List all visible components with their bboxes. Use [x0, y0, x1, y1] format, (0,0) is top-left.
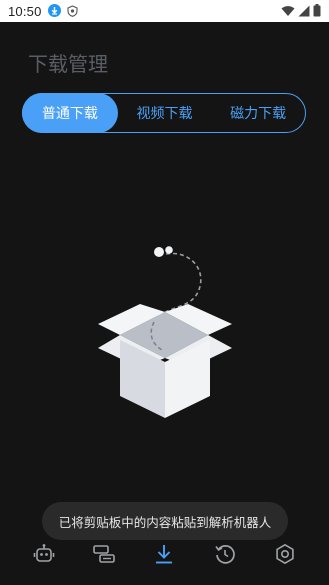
nav-robot[interactable]: [26, 539, 62, 569]
status-bar: 10:50: [0, 0, 329, 22]
open-box-icon: [98, 246, 232, 418]
app-content: 下载管理 普通下载 视频下载 磁力下载 已将剪贴板中的内容粘贴到解析机器人: [0, 22, 329, 585]
nav-download[interactable]: [146, 539, 182, 569]
nav-transfer[interactable]: [86, 539, 122, 569]
nav-history[interactable]: [207, 539, 243, 569]
tab-video-download[interactable]: 视频下载: [118, 93, 212, 133]
shield-notification-icon: [66, 2, 78, 21]
bottom-nav: [0, 539, 329, 585]
empty-state-illustration: [90, 240, 240, 420]
download-icon: [156, 545, 173, 564]
toast-message: 已将剪贴板中的内容粘贴到解析机器人: [42, 502, 288, 540]
wifi-icon: [281, 2, 295, 21]
status-time: 10:50: [8, 3, 42, 19]
tab-normal-download[interactable]: 普通下载: [22, 92, 118, 133]
settings-icon: [276, 544, 294, 564]
signal-icon: [298, 2, 310, 21]
download-type-tabs: 普通下载 视频下载 磁力下载: [22, 92, 306, 133]
tab-magnet-download[interactable]: 磁力下载: [211, 93, 305, 133]
download-notification-icon: [47, 2, 61, 21]
history-icon: [215, 545, 235, 564]
page-title: 下载管理: [28, 52, 108, 76]
nav-settings[interactable]: [267, 539, 303, 569]
robot-icon: [33, 544, 55, 562]
battery-icon: [313, 2, 321, 21]
transfer-icon: [93, 545, 116, 563]
